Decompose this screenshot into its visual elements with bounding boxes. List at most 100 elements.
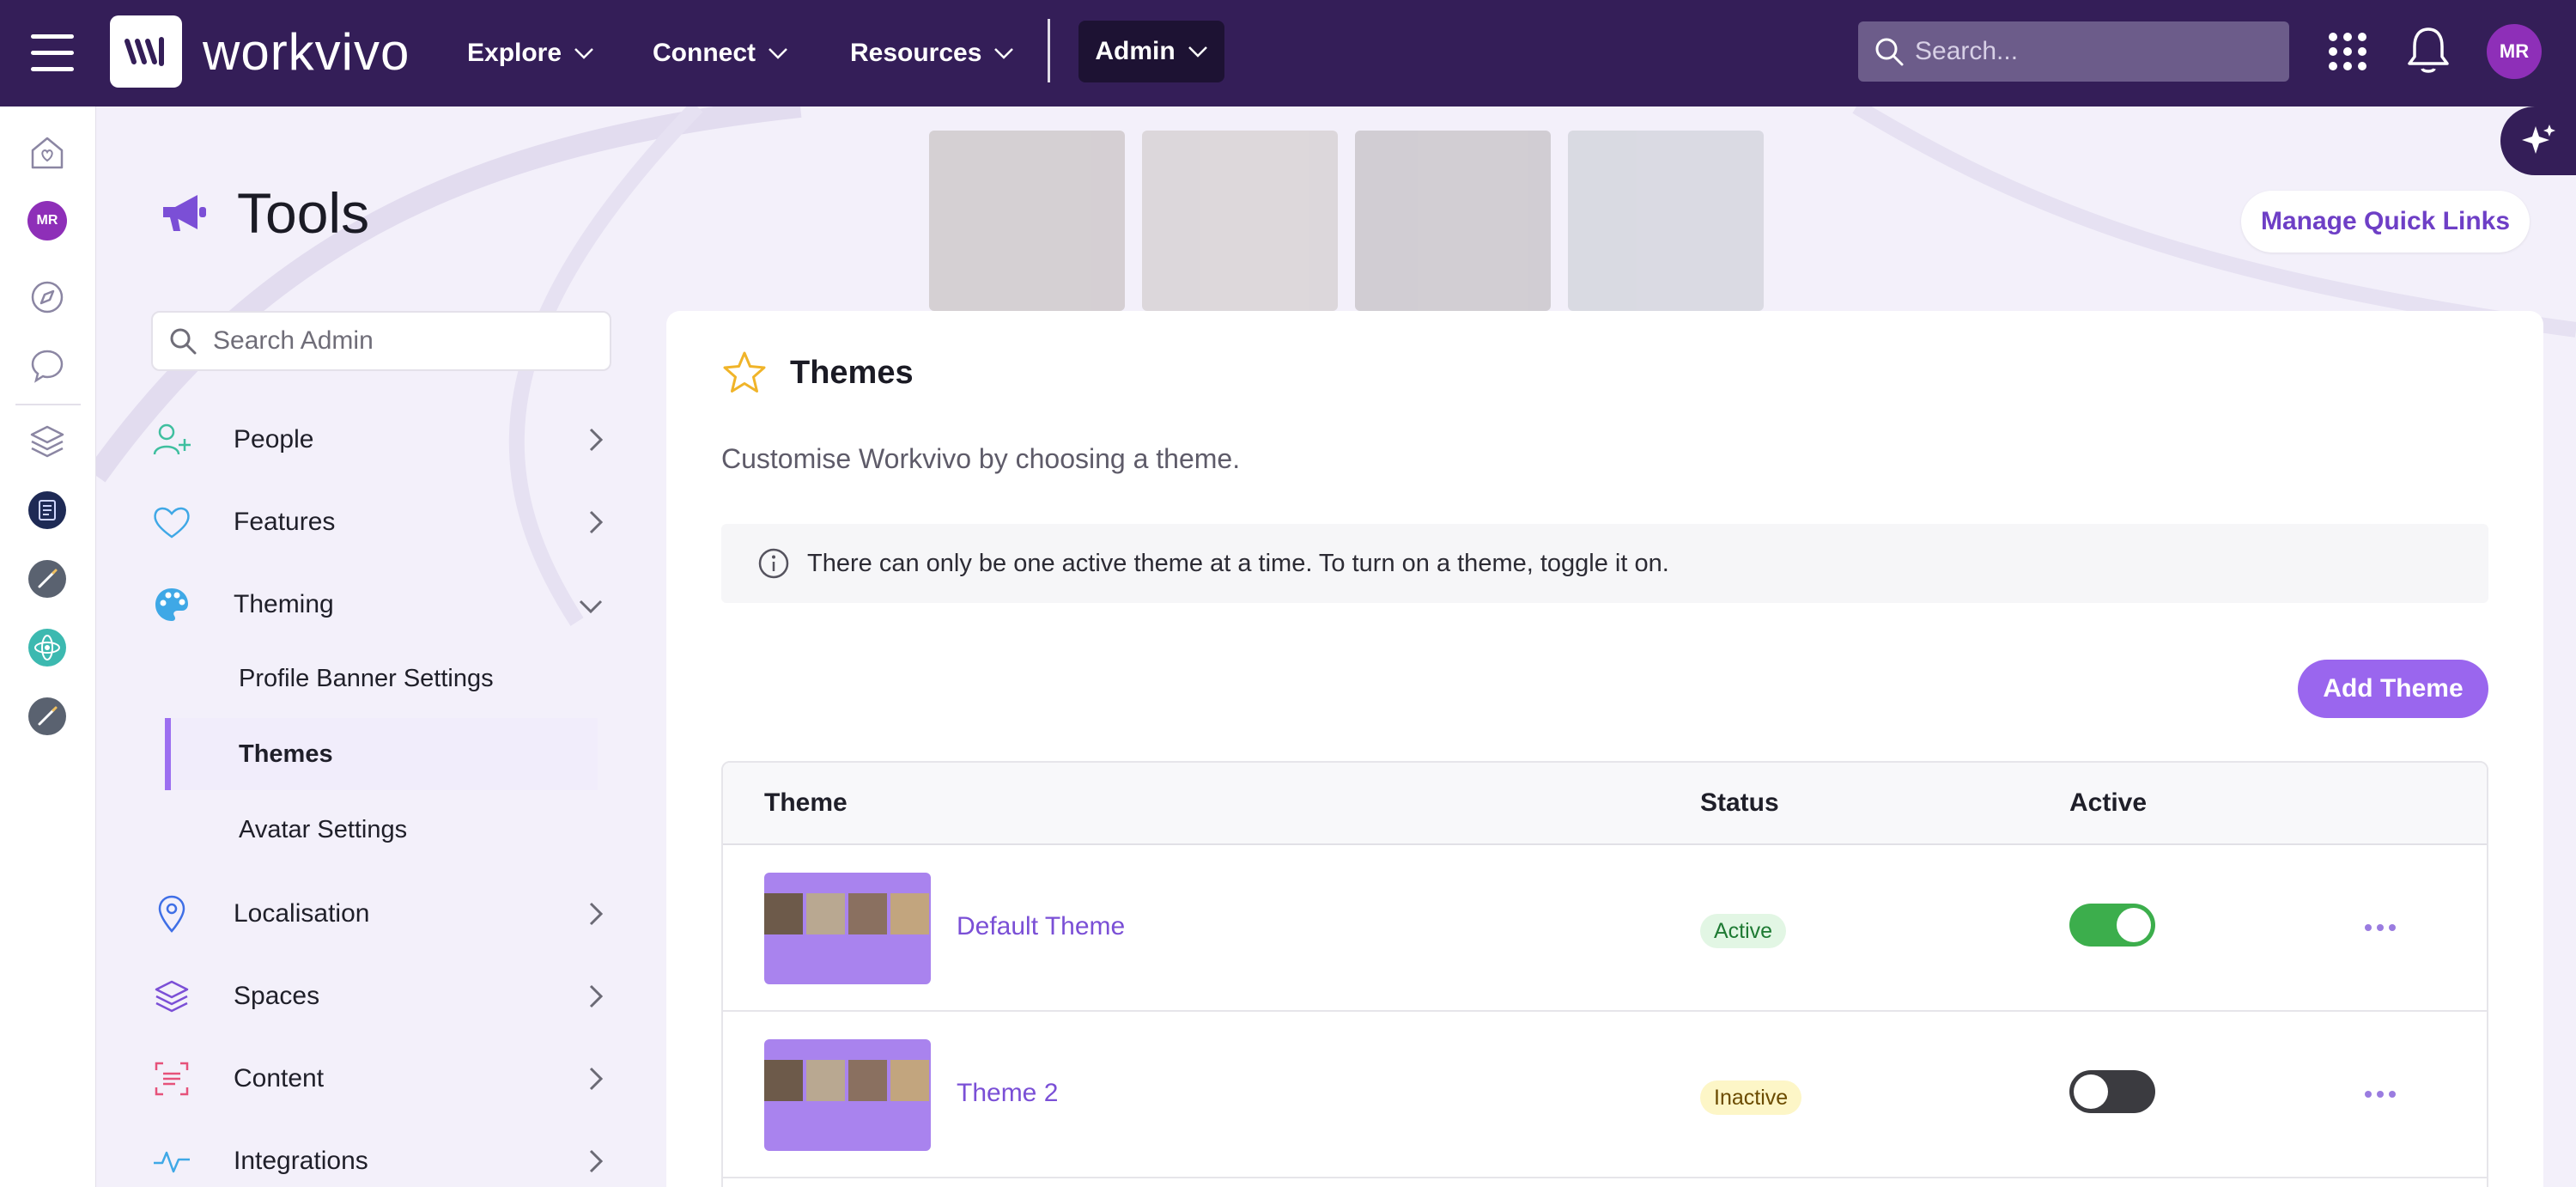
info-banner: There can only be one active theme at a … <box>721 524 2488 603</box>
notifications-bell-icon[interactable] <box>2406 26 2451 80</box>
nav-admin-label: Admin <box>1095 37 1176 65</box>
sidebar-subitem-profile-banner[interactable]: Profile Banner Settings <box>165 642 598 715</box>
sidebar-subitem-avatar-settings[interactable]: Avatar Settings <box>165 794 598 866</box>
home-icon[interactable] <box>27 132 68 173</box>
sidebar-subitem-label: Avatar Settings <box>239 815 408 843</box>
table-header: Theme Status Active <box>723 763 2487 845</box>
sidebar-item-integrations[interactable]: Integrations <box>151 1127 611 1187</box>
heart-icon <box>151 502 192 543</box>
hamburger-menu-icon[interactable] <box>31 34 74 72</box>
theme-thumbnail[interactable] <box>764 873 931 984</box>
global-search[interactable] <box>1858 21 2289 82</box>
info-icon <box>758 548 789 579</box>
add-person-icon <box>151 419 192 460</box>
workvivo-logo-icon[interactable] <box>110 15 182 88</box>
active-toggle[interactable] <box>2069 1070 2155 1113</box>
themes-table: Theme Status Active Default Theme Active… <box>721 761 2488 1187</box>
chevron-right-icon <box>589 428 603 452</box>
sidebar-item-localisation[interactable]: Localisation <box>151 880 611 948</box>
pen-badge-icon[interactable] <box>27 558 68 600</box>
scan-document-icon <box>151 1058 192 1099</box>
column-header-theme: Theme <box>764 788 848 817</box>
global-search-input[interactable] <box>1915 37 2275 66</box>
more-options-icon[interactable] <box>2365 924 2396 931</box>
atom-badge-icon[interactable] <box>27 627 68 668</box>
status-badge: Inactive <box>1700 1080 1802 1115</box>
nav-explore[interactable]: Explore <box>467 0 594 107</box>
rail-user-avatar[interactable]: MR <box>27 201 67 240</box>
sidebar-item-label: Integrations <box>234 1147 368 1175</box>
top-navbar: workvivo Explore Connect Resources Admin… <box>0 0 2576 107</box>
sidebar-item-label: Content <box>234 1064 325 1093</box>
ai-sparkle-button[interactable] <box>2500 107 2576 175</box>
nav-admin[interactable]: Admin <box>1078 21 1224 82</box>
nav-resources[interactable]: Resources <box>850 0 1014 107</box>
chevron-right-icon <box>589 984 603 1008</box>
nav-resources-label: Resources <box>850 39 982 67</box>
sidebar-item-label: Theming <box>234 590 334 618</box>
admin-search[interactable] <box>151 311 611 371</box>
more-options-icon[interactable] <box>2365 1091 2396 1098</box>
sidebar-item-label: Features <box>234 508 336 536</box>
card-header: Themes <box>721 350 914 395</box>
left-icon-rail: MR <box>0 107 96 1187</box>
sidebar-item-people[interactable]: People <box>151 405 611 474</box>
nav-connect[interactable]: Connect <box>653 0 788 107</box>
add-theme-button[interactable]: Add Theme <box>2298 660 2488 718</box>
sidebar-item-features[interactable]: Features <box>151 488 611 557</box>
chevron-down-icon <box>769 48 787 59</box>
map-pin-icon <box>151 893 192 934</box>
nav-explore-label: Explore <box>467 39 562 67</box>
chevron-right-icon <box>589 1149 603 1173</box>
sidebar-item-content[interactable]: Content <box>151 1044 611 1113</box>
nav-divider <box>1048 19 1050 82</box>
sidebar-item-label: People <box>234 425 314 453</box>
sidebar-subitem-themes[interactable]: Themes <box>165 718 598 790</box>
chat-bubble-icon[interactable] <box>27 345 68 387</box>
chevron-down-icon <box>1188 46 1207 58</box>
page-header: Tools <box>160 180 369 246</box>
brand-name[interactable]: workvivo <box>203 22 410 82</box>
sidebar-item-label: Spaces <box>234 982 320 1010</box>
page-title: Tools <box>237 181 370 245</box>
sidebar-item-theming[interactable]: Theming <box>151 570 611 639</box>
theme-name-link[interactable]: Default Theme <box>957 912 1125 941</box>
chevron-down-icon <box>574 48 593 59</box>
megaphone-icon <box>163 195 206 231</box>
activity-pulse-icon <box>151 1141 192 1182</box>
chevron-down-icon <box>994 48 1014 59</box>
column-header-status: Status <box>1700 788 1779 817</box>
chevron-right-icon <box>589 1067 603 1091</box>
admin-search-input[interactable] <box>213 326 599 356</box>
table-row: Default Theme Active <box>723 845 2487 1012</box>
nav-connect-label: Connect <box>653 39 756 67</box>
user-avatar[interactable]: MR <box>2487 24 2542 79</box>
banner-photo <box>1568 131 1764 311</box>
apps-grid-icon[interactable] <box>2329 33 2366 70</box>
status-badge: Active <box>1700 914 1787 948</box>
sidebar-item-spaces[interactable]: Spaces <box>151 962 611 1031</box>
sidebar-subitem-label: Profile Banner Settings <box>239 664 494 692</box>
theme-name-link[interactable]: Theme 2 <box>957 1079 1058 1108</box>
banner-photo <box>1355 131 1551 311</box>
banner-photo <box>1142 131 1338 311</box>
star-icon <box>723 351 766 393</box>
column-header-active: Active <box>2069 788 2148 817</box>
layers-icon[interactable] <box>27 421 68 462</box>
manage-quick-links-button[interactable]: Manage Quick Links <box>2241 191 2530 253</box>
active-toggle[interactable] <box>2069 904 2155 947</box>
info-text: There can only be one active theme at a … <box>807 549 1669 577</box>
card-description: Customise Workvivo by choosing a theme. <box>721 443 1241 474</box>
sidebar-subitem-label: Themes <box>239 740 333 768</box>
table-row: Theme 2 Inactive <box>723 1012 2487 1178</box>
chevron-right-icon <box>589 510 603 534</box>
palette-icon <box>151 584 192 625</box>
pen-badge-icon-2[interactable] <box>27 696 68 737</box>
space-badge-icon[interactable] <box>27 490 68 531</box>
banner-photo <box>929 131 1125 311</box>
themes-card: Themes Customise Workvivo by choosing a … <box>666 311 2543 1187</box>
compass-icon[interactable] <box>27 277 68 318</box>
rail-divider <box>15 404 81 405</box>
sidebar-item-label: Localisation <box>234 899 370 928</box>
theme-thumbnail[interactable] <box>764 1039 931 1151</box>
